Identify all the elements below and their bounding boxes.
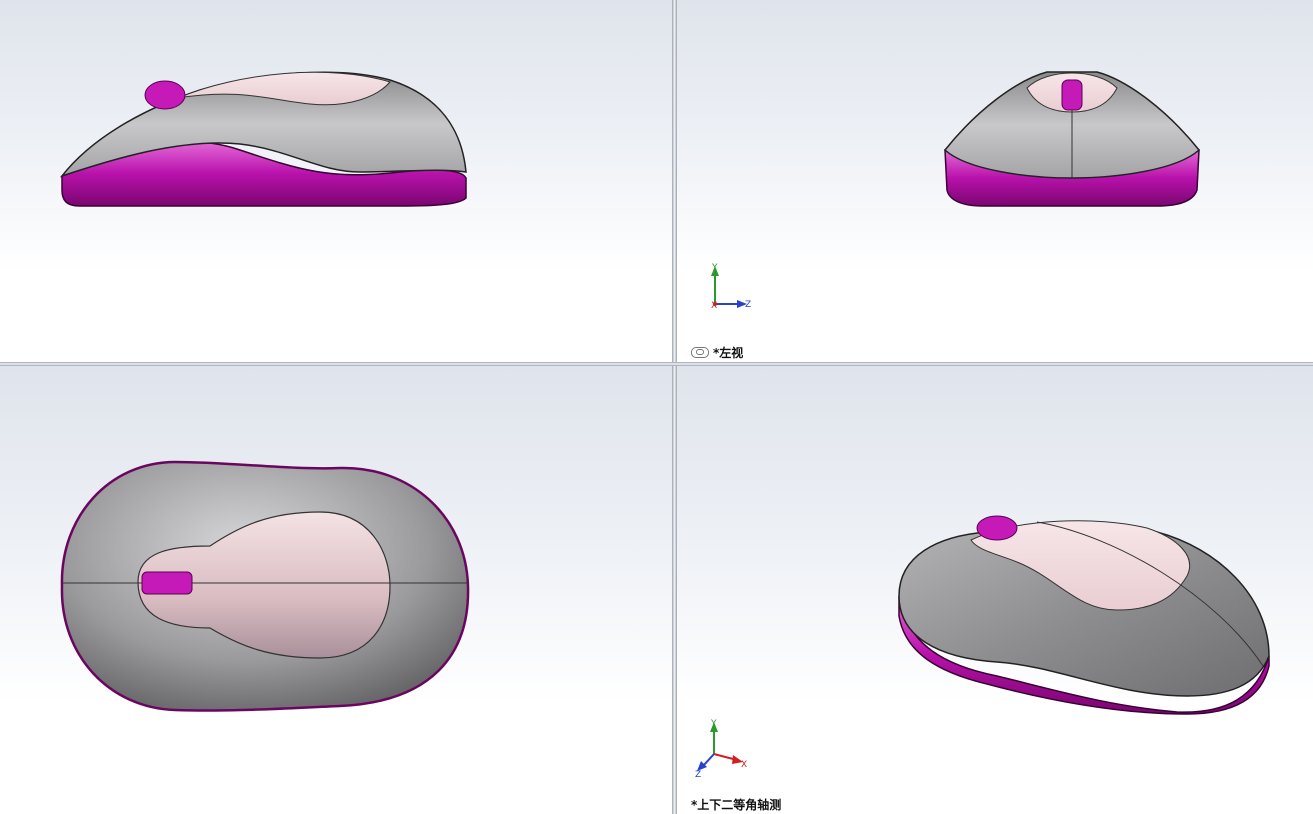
link-icon <box>691 347 709 358</box>
viewport-splitter-vertical[interactable] <box>672 0 677 814</box>
mouse-side-model <box>59 71 467 207</box>
view-name: *上下二等角轴测 <box>691 798 782 812</box>
view-label-isometric: *上下二等角轴测 <box>691 796 781 813</box>
viewport-front[interactable] <box>0 0 672 362</box>
scroll-wheel <box>1061 79 1083 111</box>
triad-y-label: Y <box>710 719 717 729</box>
mouse-top-model <box>60 460 470 712</box>
viewport-top[interactable] <box>0 366 672 814</box>
triad-z-label: Z <box>695 770 701 780</box>
triad-y-label: Y <box>711 263 718 273</box>
mouse-back-model: Y X Z <box>711 71 1201 311</box>
mouse-iso-model: Y X Z <box>695 515 1270 780</box>
scroll-wheel <box>976 515 1018 541</box>
coordinate-triad-icon <box>697 722 743 771</box>
scroll-wheel <box>144 80 186 110</box>
view-name: *左视 <box>713 346 744 360</box>
viewport-splitter-horizontal[interactable] <box>0 362 1313 366</box>
viewport-left[interactable]: Y X Z *左视 <box>677 0 1313 362</box>
cad-quad-viewport: Y X Z *左视 Y X Z *上下二等角轴测 <box>0 0 1313 814</box>
triad-z-label: Z <box>745 300 751 310</box>
viewport-isometric[interactable]: Y X Z *上下二等角轴测 <box>677 366 1313 814</box>
triad-x-label: X <box>711 301 717 311</box>
scroll-wheel <box>141 571 193 595</box>
view-label-left: *左视 <box>691 344 743 361</box>
triad-x-label: X <box>741 760 747 770</box>
